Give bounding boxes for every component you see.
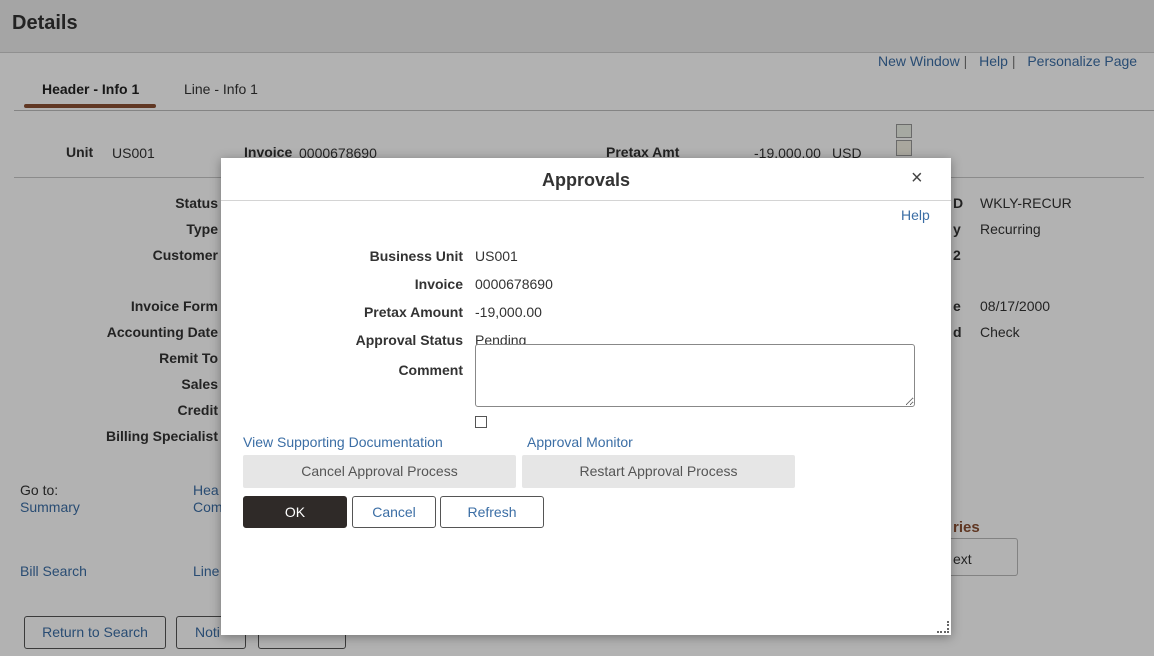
comment-label: Comment xyxy=(398,362,463,378)
expand-comment-icon[interactable] xyxy=(475,416,487,428)
cancel-approval-process-button[interactable]: Cancel Approval Process xyxy=(243,455,516,488)
restart-approval-process-button[interactable]: Restart Approval Process xyxy=(522,455,795,488)
modal-title: Approvals xyxy=(541,170,631,190)
pretax-amount-label: Pretax Amount xyxy=(363,304,463,320)
cancel-button[interactable]: Cancel xyxy=(352,496,436,528)
comment-textarea[interactable] xyxy=(475,344,915,407)
business-unit-label: Business Unit xyxy=(369,248,463,264)
approval-status-label: Approval Status xyxy=(355,332,463,348)
approval-monitor-link[interactable]: Approval Monitor xyxy=(527,434,633,450)
ok-button[interactable]: OK xyxy=(243,496,347,528)
resize-handle-icon[interactable] xyxy=(937,621,949,633)
invoice-label: Invoice xyxy=(414,276,463,292)
modal-help-link[interactable]: Help xyxy=(901,207,930,223)
approvals-modal: Approvals × Help Business Unit US001 Inv… xyxy=(221,158,951,635)
modal-header: Approvals × xyxy=(221,158,951,201)
refresh-button[interactable]: Refresh xyxy=(440,496,544,528)
view-supporting-documentation-link[interactable]: View Supporting Documentation xyxy=(243,434,443,450)
pretax-amount-value: -19,000.00 xyxy=(475,304,542,320)
invoice-value: 0000678690 xyxy=(475,276,553,292)
close-icon[interactable]: × xyxy=(911,167,923,190)
business-unit-value: US001 xyxy=(475,248,518,264)
